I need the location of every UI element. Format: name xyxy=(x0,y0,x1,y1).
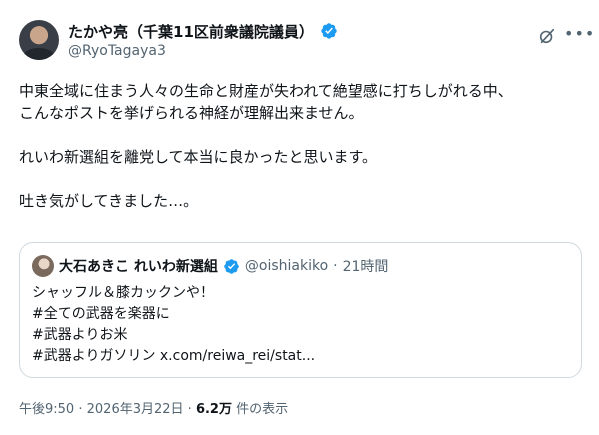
author-handle[interactable]: @RyoTagaya3 xyxy=(68,43,166,59)
grok-icon[interactable] xyxy=(538,27,556,45)
verified-badge-icon xyxy=(224,258,239,274)
author-display-name[interactable]: たかや亮（千葉11区前衆議院議員） xyxy=(68,21,314,42)
quote-line: #全ての武器を楽器に xyxy=(32,306,170,322)
verified-badge-icon xyxy=(321,23,337,39)
avatar-shoulders xyxy=(23,48,55,60)
quote-author-avatar xyxy=(32,255,54,277)
quote-separator: · xyxy=(333,258,338,274)
tweet-footer: 午後9:50 · 2026年3月22日 · 6.2万 件の表示 xyxy=(19,398,288,417)
tweet-line: こんなポストを挙げられる神経が理解出来ません。 xyxy=(19,104,364,122)
post-time[interactable]: 午後9:50 xyxy=(19,402,74,417)
quote-line: #武器よりガソリン x.com/reiwa_rei/stat... xyxy=(32,348,316,364)
post-date[interactable]: 2026年3月22日 xyxy=(87,402,184,417)
views-label: 件の表示 xyxy=(231,402,289,417)
quote-body: シャッフル＆膝カックンや！ #全ての武器を楽器に #武器よりお米 #武器よりガソ… xyxy=(32,283,315,367)
quote-header: 大石あきこ れいわ新選組 @oishiakiko · 21時間 xyxy=(32,255,388,277)
more-options-icon[interactable]: ••• xyxy=(564,24,594,44)
views-count: 6.2万 xyxy=(195,402,232,417)
quoted-tweet-card[interactable]: 大石あきこ れいわ新選組 @oishiakiko · 21時間 シャッフル＆膝カ… xyxy=(19,242,582,378)
quote-author-handle: @oishiakiko xyxy=(244,258,329,274)
quote-line: #武器よりお米 xyxy=(32,327,128,343)
tweet-line: 吐き気がしてきました…。 xyxy=(19,192,199,210)
footer-separator: · xyxy=(78,402,83,417)
author-avatar[interactable] xyxy=(19,20,59,60)
tweet-text: 中東全域に住まう人々の生命と財産が失われて絶望感に打ちしがれる中、 こんなポスト… xyxy=(19,80,584,212)
author-name-row: たかや亮（千葉11区前衆議院議員） xyxy=(68,21,338,41)
quote-line: シャッフル＆膝カックンや！ xyxy=(32,285,214,301)
tweet-line: 中東全域に住まう人々の生命と財産が失われて絶望感に打ちしがれる中、 xyxy=(19,82,513,100)
quote-time: 21時間 xyxy=(342,259,389,275)
footer-separator: · xyxy=(187,402,192,417)
tweet-line: れいわ新選組を離党して本当に良かったと思います。 xyxy=(19,148,378,166)
quote-author-name: 大石あきこ れいわ新選組 xyxy=(59,259,218,275)
